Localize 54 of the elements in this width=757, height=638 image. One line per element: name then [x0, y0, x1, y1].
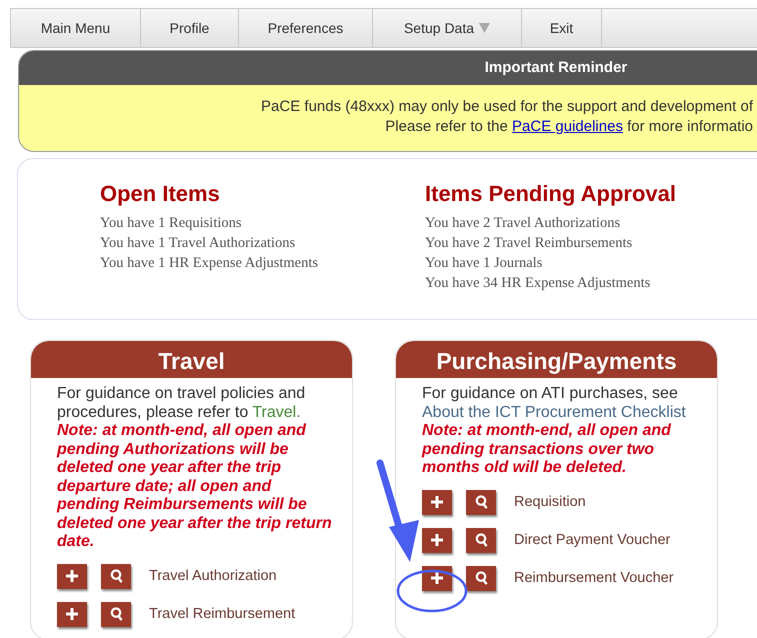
summary-line: You have 1 Travel Authorizations [100, 234, 296, 253]
section-title: Items Pending Approval [425, 181, 676, 207]
menu-item[interactable]: Preferences [239, 9, 373, 47]
note-text: Note: at month-end, all open and pending transactions over two months old will be deleted. [422, 422, 672, 478]
reminder-text: Please refer to the [385, 118, 508, 135]
plus-icon [431, 496, 443, 508]
reminder-text: for more informatio [627, 118, 753, 135]
action-link[interactable]: Direct Payment Voucher [514, 532, 670, 548]
search-icon [474, 494, 488, 510]
search-button[interactable] [466, 528, 496, 552]
search-icon [474, 570, 488, 586]
highlight-ellipse [396, 570, 468, 612]
summary-line: You have 1 Requisitions [100, 214, 242, 233]
add-button[interactable] [422, 566, 452, 590]
search-icon [110, 568, 122, 584]
guidance-text: For guidance on ATI purchases, see About the ICT Procurement Checklist [422, 385, 687, 422]
add-button[interactable] [57, 602, 87, 626]
action-link[interactable]: Requisition [514, 494, 586, 510]
summary-line: You have 1 HR Expense Adjustments [100, 254, 318, 273]
note-text: Note: at month-end, all open and pending Authorizations will be deleted one year after the trip departure date; all open and pending Reimbursements will be deleted one year after the trip return date. [57, 422, 333, 552]
add-button[interactable] [422, 528, 452, 552]
search-button[interactable] [466, 490, 496, 514]
summary-line: You have 2 Travel Reimbursements [425, 234, 632, 253]
summary-line: You have 34 HR Expense Adjustments [425, 274, 650, 293]
action-link[interactable]: Travel Reimbursement [149, 606, 296, 622]
add-button[interactable] [422, 490, 452, 514]
search-button[interactable] [101, 564, 131, 588]
search-button[interactable] [466, 566, 496, 590]
menu-item[interactable]: Setup Data [373, 9, 522, 47]
menu-item[interactable]: Main Menu [11, 9, 141, 47]
guidance-link[interactable]: About the ICT Procurement Checklist [422, 404, 686, 420]
section-title: Open Items [100, 181, 220, 207]
search-icon [110, 606, 122, 622]
card-title: Purchasing/Payments [436, 348, 677, 374]
summary-line: You have 1 Journals [425, 254, 542, 273]
guidelines-link[interactable]: PaCE guidelines [512, 118, 623, 135]
guidance-link[interactable]: Travel. [252, 404, 301, 420]
guidance-text: For guidance on travel policies and procedures, please refer to Travel. [57, 385, 306, 422]
menu-item[interactable]: Profile [141, 9, 239, 47]
reminder-title: Important Reminder [484, 59, 628, 76]
plus-icon [66, 570, 78, 582]
card-title: Travel [158, 348, 225, 374]
action-link[interactable]: Travel Authorization [149, 568, 277, 584]
add-button[interactable] [57, 564, 87, 588]
summary-line: You have 2 Travel Authorizations [425, 214, 620, 233]
action-link[interactable]: Reimbursement Voucher [514, 570, 674, 586]
search-button[interactable] [101, 602, 131, 626]
plus-icon [431, 534, 443, 546]
plus-icon [431, 572, 443, 584]
reminder-text: PaCE funds (48xxx) may only be used for the support and development of [261, 97, 753, 117]
plus-icon [66, 608, 78, 620]
caret-icon [479, 23, 490, 33]
search-icon [474, 532, 488, 548]
menu-item[interactable]: Exit [522, 9, 602, 47]
